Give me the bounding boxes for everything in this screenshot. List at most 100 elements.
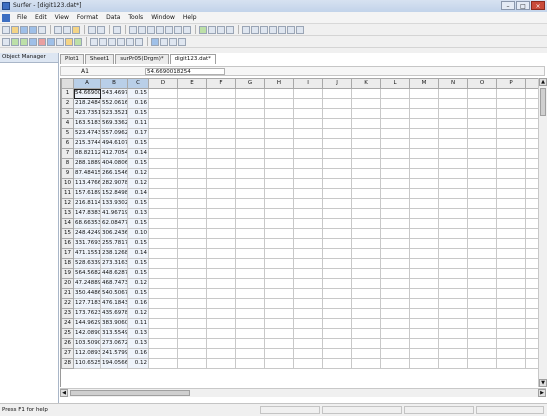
empty-cell[interactable] [409, 198, 439, 209]
column-header[interactable]: O [467, 78, 497, 89]
empty-cell[interactable] [264, 248, 294, 259]
column-header[interactable]: Q [525, 78, 539, 89]
data-cell[interactable]: 528.63396 [73, 258, 101, 269]
empty-cell[interactable] [438, 188, 468, 199]
empty-cell[interactable] [148, 318, 178, 329]
column-header[interactable]: K [351, 78, 381, 89]
data-cell[interactable]: 54.669002 [73, 88, 101, 99]
column-header[interactable]: M [409, 78, 439, 89]
empty-cell[interactable] [496, 278, 526, 289]
pan-icon[interactable] [174, 25, 182, 34]
empty-cell[interactable] [380, 328, 410, 339]
row-header[interactable]: 8 [61, 158, 74, 169]
empty-cell[interactable] [293, 338, 323, 349]
ellipse-icon[interactable] [287, 25, 295, 34]
column-header[interactable]: D [148, 78, 178, 89]
empty-cell[interactable] [351, 348, 381, 359]
empty-cell[interactable] [525, 348, 539, 359]
empty-cell[interactable] [177, 168, 207, 179]
sum-icon[interactable] [217, 25, 225, 34]
empty-cell[interactable] [351, 208, 381, 219]
empty-cell[interactable] [177, 118, 207, 129]
row-header[interactable]: 22 [61, 298, 74, 309]
empty-cell[interactable] [293, 178, 323, 189]
empty-cell[interactable] [177, 218, 207, 229]
data-cell[interactable]: 282.90784 [100, 178, 128, 189]
print-icon[interactable] [38, 25, 46, 34]
empty-cell[interactable] [322, 218, 352, 229]
empty-cell[interactable] [496, 318, 526, 329]
empty-cell[interactable] [206, 228, 236, 239]
empty-cell[interactable] [351, 178, 381, 189]
empty-cell[interactable] [293, 138, 323, 149]
data-cell[interactable]: 0.15 [127, 198, 149, 209]
vertical-scroll-thumb[interactable] [540, 88, 546, 116]
empty-cell[interactable] [148, 298, 178, 309]
empty-cell[interactable] [525, 318, 539, 329]
empty-cell[interactable] [409, 218, 439, 229]
empty-cell[interactable] [177, 208, 207, 219]
empty-cell[interactable] [496, 248, 526, 259]
empty-cell[interactable] [264, 168, 294, 179]
empty-cell[interactable] [467, 88, 497, 99]
empty-cell[interactable] [438, 198, 468, 209]
data-cell[interactable]: 152.84986 [100, 188, 128, 199]
empty-cell[interactable] [322, 308, 352, 319]
empty-cell[interactable] [322, 138, 352, 149]
sort-icon[interactable] [208, 25, 216, 34]
column-header[interactable]: B [100, 78, 128, 89]
data-cell[interactable]: 523.35219 [100, 108, 128, 119]
empty-cell[interactable] [438, 98, 468, 109]
data-cell[interactable]: 266.15464 [100, 168, 128, 179]
menu-view[interactable]: View [51, 12, 73, 23]
row-header[interactable]: 20 [61, 278, 74, 289]
empty-cell[interactable] [409, 208, 439, 219]
empty-cell[interactable] [264, 348, 294, 359]
data-cell[interactable]: 0.15 [127, 158, 149, 169]
empty-cell[interactable] [380, 238, 410, 249]
post-map-icon[interactable] [29, 37, 37, 46]
data-cell[interactable]: 435.69781 [100, 308, 128, 319]
empty-cell[interactable] [467, 298, 497, 309]
empty-cell[interactable] [293, 198, 323, 209]
empty-cell[interactable] [438, 128, 468, 139]
empty-cell[interactable] [380, 228, 410, 239]
zoom-rect-icon[interactable] [165, 25, 173, 34]
empty-cell[interactable] [293, 358, 323, 369]
base-map-icon[interactable] [20, 37, 28, 46]
empty-cell[interactable] [177, 178, 207, 189]
empty-cell[interactable] [525, 278, 539, 289]
empty-cell[interactable] [380, 88, 410, 99]
row-header[interactable]: 26 [61, 338, 74, 349]
empty-cell[interactable] [235, 98, 265, 109]
empty-cell[interactable] [438, 168, 468, 179]
empty-cell[interactable] [525, 98, 539, 109]
empty-cell[interactable] [148, 98, 178, 109]
text-icon[interactable] [242, 25, 250, 34]
empty-cell[interactable] [351, 248, 381, 259]
data-cell[interactable]: 288.18894 [73, 158, 101, 169]
empty-cell[interactable] [322, 158, 352, 169]
data-cell[interactable]: 0.11 [127, 318, 149, 329]
row-header[interactable]: 17 [61, 248, 74, 259]
column-header[interactable]: N [438, 78, 468, 89]
empty-cell[interactable] [380, 138, 410, 149]
empty-cell[interactable] [380, 278, 410, 289]
data-cell[interactable]: 62.084778 [100, 218, 128, 229]
empty-cell[interactable] [148, 188, 178, 199]
empty-cell[interactable] [322, 208, 352, 219]
empty-cell[interactable] [525, 118, 539, 129]
empty-cell[interactable] [351, 88, 381, 99]
empty-cell[interactable] [409, 358, 439, 369]
menu-file[interactable]: File [13, 12, 31, 23]
data-cell[interactable]: 0.13 [127, 338, 149, 349]
empty-cell[interactable] [380, 158, 410, 169]
row-header[interactable]: 13 [61, 208, 74, 219]
empty-cell[interactable] [206, 208, 236, 219]
empty-cell[interactable] [177, 318, 207, 329]
empty-cell[interactable] [467, 258, 497, 269]
empty-cell[interactable] [351, 118, 381, 129]
empty-cell[interactable] [264, 88, 294, 99]
empty-cell[interactable] [467, 108, 497, 119]
empty-cell[interactable] [206, 118, 236, 129]
